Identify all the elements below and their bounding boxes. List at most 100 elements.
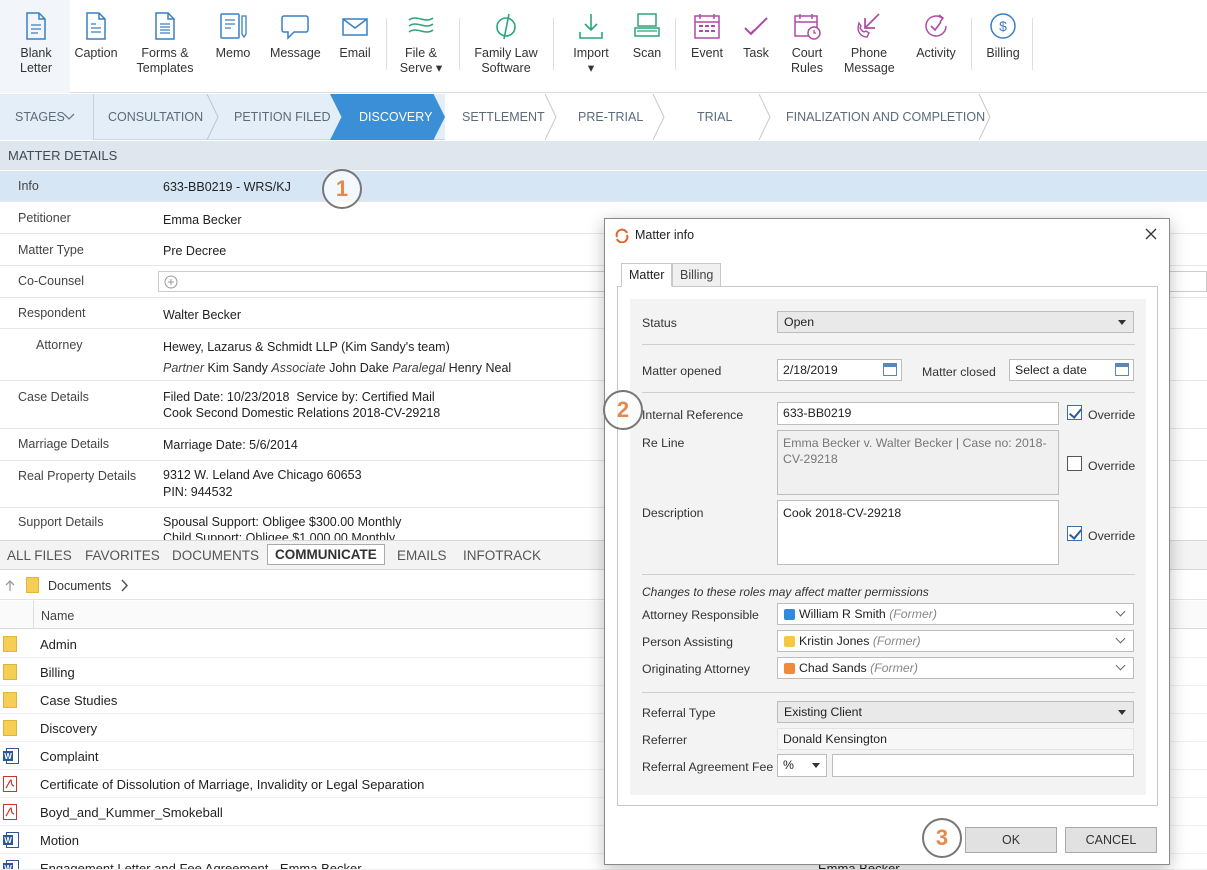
import-button[interactable]: Import ▾ (568, 12, 614, 76)
tab-communicate[interactable]: COMMUNICATE (267, 544, 385, 565)
roles-note: Changes to these roles may affect matter… (642, 585, 929, 599)
toolbar-separator (553, 18, 554, 70)
memo-button[interactable]: Memo (212, 12, 254, 61)
cancel-button[interactable]: CANCEL (1065, 827, 1157, 853)
stages-bar: STAGES CONSULTATION PETITION FILED DISCO… (0, 94, 1207, 140)
originating-attorney-select[interactable]: Chad Sands (Former) (777, 657, 1134, 679)
phone-message-button[interactable]: Phone Message (844, 12, 895, 76)
caption-button[interactable]: Caption (72, 12, 120, 61)
re-line-textarea[interactable]: Emma Becker v. Walter Becker | Case no: … (777, 430, 1059, 495)
file-serve-icon (408, 17, 434, 33)
column-name-header[interactable]: Name (41, 609, 74, 623)
ok-button[interactable]: OK (965, 827, 1057, 853)
pdf-icon (3, 804, 17, 820)
folder-icon (3, 664, 17, 680)
up-arrow-icon[interactable] (4, 579, 16, 592)
override-label: Override (1088, 459, 1136, 473)
forms-icon (155, 12, 175, 40)
family-law-software-button[interactable]: Family Law Software (473, 12, 539, 76)
tab-emails[interactable]: EMAILS (397, 548, 447, 563)
override-label: Override (1088, 408, 1136, 422)
scan-button[interactable]: Scan (630, 12, 664, 61)
referral-fee-input[interactable] (832, 754, 1134, 777)
pdf-icon (3, 776, 17, 792)
description-label: Description (642, 506, 704, 520)
internal-reference-override-checkbox[interactable] (1067, 405, 1082, 420)
status-select[interactable]: Open (777, 311, 1134, 333)
stage-petition-filed[interactable]: PETITION FILED (234, 94, 331, 140)
scanner-icon (634, 13, 660, 37)
file-serve-button[interactable]: File & Serve ▾ (398, 12, 444, 76)
close-icon[interactable] (1145, 228, 1157, 240)
stage-consultation[interactable]: CONSULTATION (108, 94, 203, 140)
info-row[interactable]: Info 633-BB0219 - WRS/KJ (0, 171, 1207, 202)
override-label: Override (1088, 529, 1136, 543)
toolbar-separator (386, 18, 387, 70)
stage-pre-trial[interactable]: PRE-TRIAL (578, 94, 643, 140)
court-rules-button[interactable]: Court Rules (786, 12, 828, 76)
caret-down-icon (812, 763, 820, 768)
tab-matter[interactable]: Matter (621, 263, 673, 287)
chevron-right-icon[interactable] (120, 579, 129, 592)
dollar-icon: $ (990, 13, 1016, 39)
matter-closed-label: Matter closed (922, 365, 996, 379)
tab-billing[interactable]: Billing (672, 263, 722, 287)
person-assisting-select[interactable]: Kristin Jones (Former) (777, 630, 1134, 652)
callout-1: 1 (322, 169, 362, 209)
court-calendar-icon (794, 14, 821, 40)
stage-chevron (544, 94, 557, 140)
toolbar-separator (971, 18, 972, 70)
ribbon-toolbar: Blank Letter Caption Forms & Templates Mem… (0, 0, 1207, 93)
internal-reference-input[interactable]: 633-BB0219 (777, 402, 1059, 425)
activity-button[interactable]: Activity (913, 12, 959, 61)
re-line-override-checkbox[interactable] (1067, 456, 1082, 471)
folder-icon (3, 692, 17, 708)
color-swatch (784, 663, 795, 674)
task-button[interactable]: Task (741, 12, 771, 61)
family-law-icon (496, 13, 516, 40)
calendar-icon[interactable] (1115, 363, 1129, 376)
billing-button[interactable]: $ Billing (983, 12, 1023, 61)
referral-type-select[interactable]: Existing Client (777, 701, 1134, 723)
description-textarea[interactable]: Cook 2018-CV-29218 (777, 500, 1059, 565)
forms-templates-button[interactable]: Forms & Templates (135, 12, 195, 76)
event-button[interactable]: Event (688, 12, 726, 61)
stage-finalization[interactable]: FINALIZATION AND COMPLETION (786, 94, 985, 140)
tab-favorites[interactable]: FAVORITES (85, 548, 160, 563)
message-button[interactable]: Message (270, 12, 321, 61)
blank-letter-button[interactable]: Blank Letter (14, 12, 58, 76)
document-icon (26, 12, 46, 40)
color-swatch (784, 609, 795, 620)
chevron-down-icon (1115, 606, 1126, 617)
svg-text:W: W (4, 864, 12, 870)
svg-text:W: W (4, 752, 12, 761)
divider (642, 392, 1135, 393)
referral-fee-unit-select[interactable]: % (777, 754, 827, 777)
speech-bubble-icon (281, 15, 309, 40)
referral-type-label: Referral Type (642, 706, 716, 720)
matter-info-dialog: Matter info Matter Billing Status Open M… (604, 218, 1170, 865)
stages-dropdown[interactable]: STAGES (0, 94, 94, 140)
matter-closed-input[interactable]: Select a date (1009, 359, 1134, 381)
calendar-icon (694, 14, 720, 39)
attorney-responsible-select[interactable]: William R Smith (Former) (777, 603, 1134, 625)
stage-trial[interactable]: TRIAL (697, 94, 732, 140)
attorney-responsible-label: Attorney Responsible (642, 608, 759, 622)
stage-chevron (978, 94, 991, 140)
matter-opened-input[interactable]: 2/18/2019 (777, 359, 902, 381)
tab-infotrack[interactable]: INFOTRACK (463, 548, 541, 563)
matter-details-header: MATTER DETAILS (0, 141, 1207, 170)
tab-documents[interactable]: DOCUMENTS (172, 548, 259, 563)
stage-discovery[interactable]: DISCOVERY (359, 94, 432, 140)
email-button[interactable]: Email (336, 12, 374, 61)
toolbar-separator (675, 18, 676, 70)
download-icon (579, 14, 603, 39)
calendar-icon[interactable] (883, 363, 897, 376)
matter-panel: Status Open Matter opened 2/18/2019 Matt… (617, 286, 1158, 806)
referrer-input[interactable]: Donald Kensington (777, 728, 1134, 750)
breadcrumb-documents[interactable]: Documents (48, 579, 111, 593)
description-override-checkbox[interactable] (1067, 526, 1082, 541)
tab-all-files[interactable]: ALL FILES (7, 548, 72, 563)
chevron-down-icon (1115, 660, 1126, 671)
stage-settlement[interactable]: SETTLEMENT (462, 94, 545, 140)
